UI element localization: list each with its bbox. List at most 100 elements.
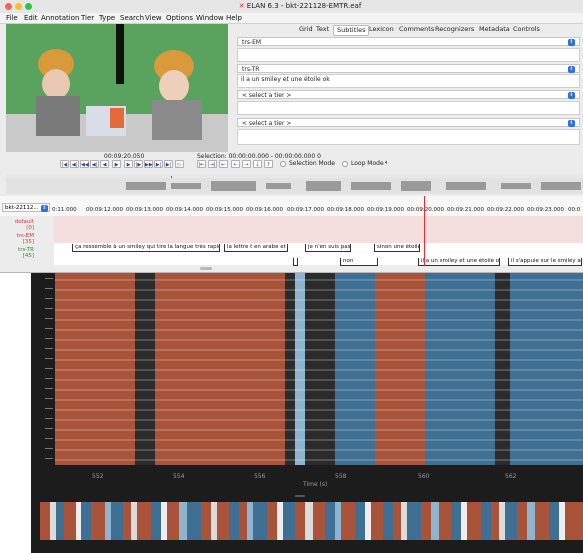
annotation[interactable]: il a un smiley et une étoile ok (418, 258, 500, 266)
annotation-up-button[interactable]: ↑ (264, 160, 273, 168)
time-tick: 00:09:20.000 (407, 207, 444, 213)
time-tick: 00:09:22.000 (487, 207, 524, 213)
menu-help[interactable]: Help (226, 14, 242, 22)
tab-lexicon[interactable]: Lexicon (366, 25, 397, 34)
tab-text[interactable]: Text (313, 25, 332, 34)
previous-second-button[interactable]: ◀◀ (80, 160, 89, 168)
eeg-x-tick: 558 (335, 473, 347, 480)
time-tick: 00:09:21.000 (447, 207, 484, 213)
annotation[interactable]: sinon une étoile (374, 244, 420, 252)
menu-type[interactable]: Type (99, 14, 115, 22)
menu-options[interactable]: Options (166, 14, 193, 22)
tier-count: [0] (26, 225, 34, 231)
tier-select-value: < select a tier > (242, 120, 292, 127)
play-button[interactable]: ▶ (112, 160, 121, 168)
eeg-scroll-handle[interactable] (295, 495, 305, 497)
previous-annotation-button[interactable]: ← (231, 160, 240, 168)
subtitle-tier-select[interactable]: < select a tier > ⇕ (237, 118, 580, 127)
annotation[interactable]: je n'en suis pas sei (305, 244, 351, 252)
time-tick: 00:09:14.000 (166, 207, 203, 213)
next-scrollview-button[interactable]: ▶| (154, 160, 163, 168)
next-second-button[interactable]: ▶▶ (144, 160, 153, 168)
menu-file[interactable]: File (6, 14, 18, 22)
tier-select-value: trs-TR (242, 66, 260, 73)
go-to-end-button[interactable]: ▶| (164, 160, 173, 168)
volume-icon[interactable]: 🔈︎ (385, 159, 389, 167)
time-tick: 00:09:13.000 (126, 207, 163, 213)
subtitle-text-area[interactable] (237, 101, 580, 115)
video-player[interactable] (6, 24, 228, 152)
eeg-x-tick: 552 (92, 473, 104, 480)
tab-subtitles[interactable]: Subtitles (333, 25, 370, 36)
menu-window[interactable]: Window (196, 14, 224, 22)
tier-select-value: trs-EM (242, 39, 262, 46)
eeg-x-tick: 556 (254, 473, 266, 480)
chevron-updown-icon: ⇕ (568, 120, 575, 127)
zoom-window-button[interactable] (25, 3, 32, 10)
timeline-tier-select-value: bkt-22112... (5, 205, 39, 211)
chevron-updown-icon: ⇕ (568, 39, 575, 46)
minimize-window-button[interactable] (15, 3, 22, 10)
selection-end-button[interactable]: ⇥| (208, 160, 217, 168)
previous-pixel-button[interactable]: ◀ (100, 160, 109, 168)
subtitle-tier-select[interactable]: < select a tier > ⇕ (237, 90, 580, 99)
tab-recognizers[interactable]: Recognizers (432, 25, 477, 34)
menu-annotation[interactable]: Annotation (41, 14, 79, 22)
time-tick: 00:09:17.000 (287, 207, 324, 213)
loop-mode-checkbox[interactable] (342, 161, 348, 167)
annotation[interactable] (293, 258, 298, 266)
tab-controls[interactable]: Controls (510, 25, 543, 34)
go-to-begin-button[interactable]: |◀ (60, 160, 69, 168)
menu-edit[interactable]: Edit (24, 14, 38, 22)
tier-label-trs-tr[interactable]: trs-TR [45] (4, 247, 34, 259)
annotation[interactable]: non (340, 258, 378, 266)
eeg-x-tick: 560 (418, 473, 430, 480)
window-title: ✕ ELAN 6.3 - bkt-221128-EMTR.eaf (238, 2, 362, 10)
eeg-channel-axis (31, 272, 55, 465)
tier-count: [45] (22, 253, 34, 259)
timeline-scroll-handle[interactable] (200, 267, 212, 270)
selection-clear-button[interactable]: ⇤ (219, 160, 228, 168)
tier-count: [35] (22, 239, 34, 245)
next-pixel-button[interactable]: ▶ (124, 160, 133, 168)
menu-search[interactable]: Search (120, 14, 144, 22)
subtitle-tier-select[interactable]: trs-TR ⇕ (237, 64, 580, 73)
tier-label-default[interactable]: default [0] (4, 219, 34, 231)
tab-metadata[interactable]: Metadata (476, 25, 513, 34)
chevron-updown-icon: ⇕ (41, 205, 48, 212)
annotation[interactable]: la lettre t en arabe et (224, 244, 288, 252)
selection-display: Selection: 00:00:00.000 - 00:00:00.000 0 (197, 153, 321, 160)
next-frame-button[interactable]: |▶ (134, 160, 143, 168)
waveform-graphic (6, 178, 583, 194)
selection-begin-button[interactable]: |⇤ (197, 160, 206, 168)
annotation-down-button[interactable]: ↓ (253, 160, 262, 168)
tier-select-value: < select a tier > (242, 92, 292, 99)
next-annotation-button[interactable]: → (242, 160, 251, 168)
subtitle-text-area[interactable]: il a un smiley et une étoile ok (237, 74, 580, 88)
annotation[interactable]: il s'appuie sur le smiley arab (508, 258, 582, 266)
eeg-overview-strip[interactable] (40, 502, 583, 540)
subtitle-text-area[interactable] (237, 48, 580, 62)
default-tier-row[interactable] (54, 216, 583, 243)
time-tick: 00:09:12.000 (86, 207, 123, 213)
subtitle-text-area[interactable] (237, 129, 580, 145)
annotation[interactable]: ça ressemble à un smiley qui tire la lan… (72, 244, 220, 252)
loop-mode-label: Loop Mode (351, 160, 384, 167)
close-window-button[interactable] (5, 3, 12, 10)
previous-scrollview-button[interactable]: ◀| (70, 160, 79, 168)
tier-label-trs-em[interactable]: trs-EM [35] (4, 233, 35, 245)
video-frame-graphic (6, 24, 228, 152)
eeg-signal-plot[interactable] (55, 272, 583, 465)
overview-stripes-graphic (40, 502, 583, 540)
time-tick: 00:09:18.000 (327, 207, 364, 213)
time-tick: 00:0 (568, 207, 581, 213)
eeg-traces-graphic (55, 272, 583, 465)
selection-mode-checkbox[interactable] (280, 161, 286, 167)
previous-frame-button[interactable]: ◀| (90, 160, 99, 168)
timeline-tier-select[interactable]: bkt-22112... ⇕ (2, 203, 50, 212)
waveform-viewer[interactable] (6, 178, 583, 194)
play-selection-button[interactable]: ▷ (175, 160, 184, 168)
menu-tier[interactable]: Tier (81, 14, 94, 22)
menu-view[interactable]: View (145, 14, 162, 22)
subtitle-tier-select[interactable]: trs-EM ⇕ (237, 37, 580, 46)
